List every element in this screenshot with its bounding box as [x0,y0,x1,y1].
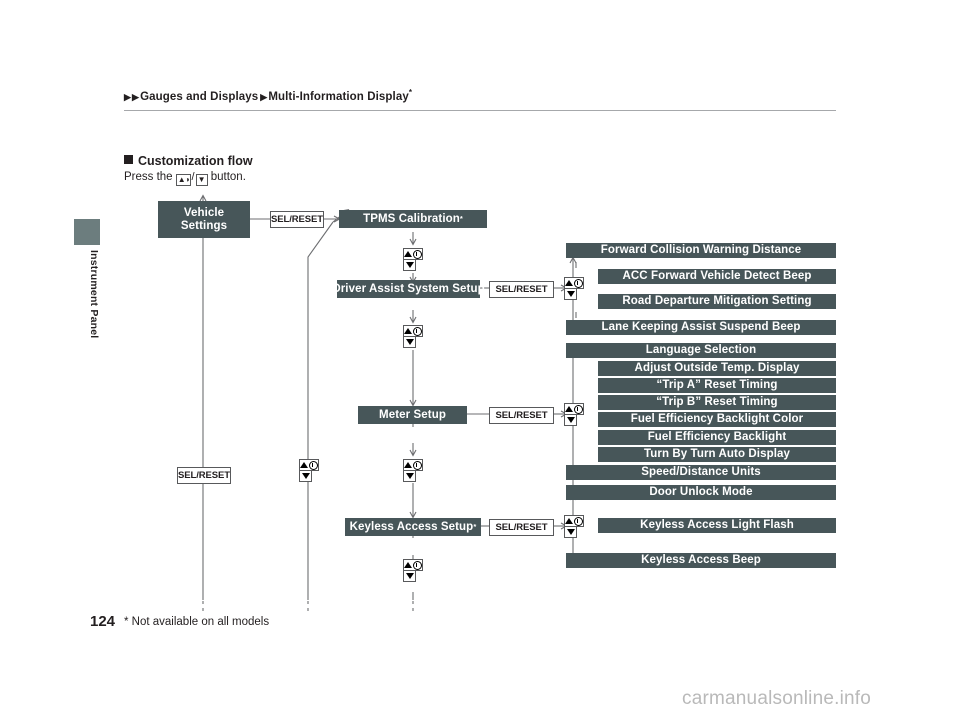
down-button-icon[interactable] [564,288,577,300]
flow-option-speed-distance-units[interactable]: Speed/Distance Units [566,465,836,480]
sel-reset-button-driver-assist[interactable]: SEL/RESET [489,281,554,298]
flow-option-adjust-outside-temp-display[interactable]: Adjust Outside Temp. Display [598,361,836,376]
flow-box-vehicle-settings-line2: Settings [180,219,228,232]
flow-option-trip-b-reset-timing[interactable]: “Trip B” Reset Timing [598,395,836,410]
flow-option-road-departure-mitigation-setting[interactable]: Road Departure Mitigation Setting [598,294,836,309]
sel-reset-button-root[interactable]: SEL/RESET [270,211,324,228]
sel-reset-button-meter-setup[interactable]: SEL/RESET [489,407,554,424]
flow-option-language-selection[interactable]: Language Selection [566,343,836,358]
flow-option-keyless-access-light-flash[interactable]: Keyless Access Light Flash [598,518,836,533]
updown-button-icon-meter-setup-group[interactable] [564,403,584,427]
flow-box-tpms-calibration[interactable]: TPMS Calibration * [339,210,487,228]
flow-option-fuel-efficiency-backlight-color[interactable]: Fuel Efficiency Backlight Color [598,412,836,427]
flow-option-lane-keeping-assist-suspend-beep[interactable]: Lane Keeping Assist Suspend Beep [566,320,836,335]
flow-option-keyless-access-beep[interactable]: Keyless Access Beep [566,553,836,568]
flow-box-driver-assist-label: Driver Assist System Setup [332,282,485,295]
customization-flow-diagram: Vehicle Settings SEL/RESET SEL/RESET SEL… [0,0,960,722]
flow-option-acc-forward-vehicle-detect-beep[interactable]: ACC Forward Vehicle Detect Beep [598,269,836,284]
sel-reset-button-keyless[interactable]: SEL/RESET [489,519,554,536]
down-button-icon[interactable] [403,259,416,271]
flow-box-keyless-asterisk: * [473,521,477,531]
flow-box-vehicle-settings[interactable]: Vehicle Settings [158,201,250,238]
flow-box-keyless-access-setup[interactable]: Keyless Access Setup * [345,518,481,536]
down-button-icon[interactable] [403,470,416,482]
page-number: 124 [90,613,116,630]
down-button-icon[interactable] [403,570,416,582]
flow-box-meter-setup-label: Meter Setup [379,408,446,421]
flow-box-tpms-calibration-asterisk: * [459,213,463,223]
down-button-icon[interactable] [403,336,416,348]
updown-button-icon-tpms-da[interactable] [403,248,423,272]
updown-button-icon-second-spine[interactable] [299,459,319,483]
flow-option-fuel-efficiency-backlight[interactable]: Fuel Efficiency Backlight [598,430,836,445]
updown-button-icon-keyless-loop[interactable] [403,559,423,583]
flow-option-door-unlock-mode[interactable]: Door Unlock Mode [566,485,836,500]
down-button-icon[interactable] [299,470,312,482]
watermark: carmanualsonline.info [682,688,872,709]
flow-box-vehicle-settings-line1: Vehicle [183,206,225,219]
flow-option-forward-collision-warning-distance[interactable]: Forward Collision Warning Distance [566,243,836,258]
flow-option-turn-by-turn-auto-display[interactable]: Turn By Turn Auto Display [598,447,836,462]
down-button-icon[interactable] [564,526,577,538]
manual-page: ▶▶Gauges and Displays ▶Multi-Information … [0,0,960,722]
updown-button-icon-driver-assist-group[interactable] [564,277,584,301]
flow-box-keyless-label: Keyless Access Setup [349,520,474,533]
updown-button-icon-da-meter[interactable] [403,325,423,349]
updown-button-icon-meter-keyless[interactable] [403,459,423,483]
flow-box-meter-setup[interactable]: Meter Setup [358,406,467,424]
footnote: * Not available on all models [124,616,270,628]
flow-option-trip-a-reset-timing[interactable]: “Trip A” Reset Timing [598,378,836,393]
sel-reset-button-return[interactable]: SEL/RESET [177,467,231,484]
down-button-icon[interactable] [564,414,577,426]
flow-box-driver-assist-system-setup[interactable]: Driver Assist System Setup [332,280,485,298]
flow-box-tpms-calibration-label: TPMS Calibration [363,212,460,225]
updown-button-icon-keyless-group[interactable] [564,515,584,539]
